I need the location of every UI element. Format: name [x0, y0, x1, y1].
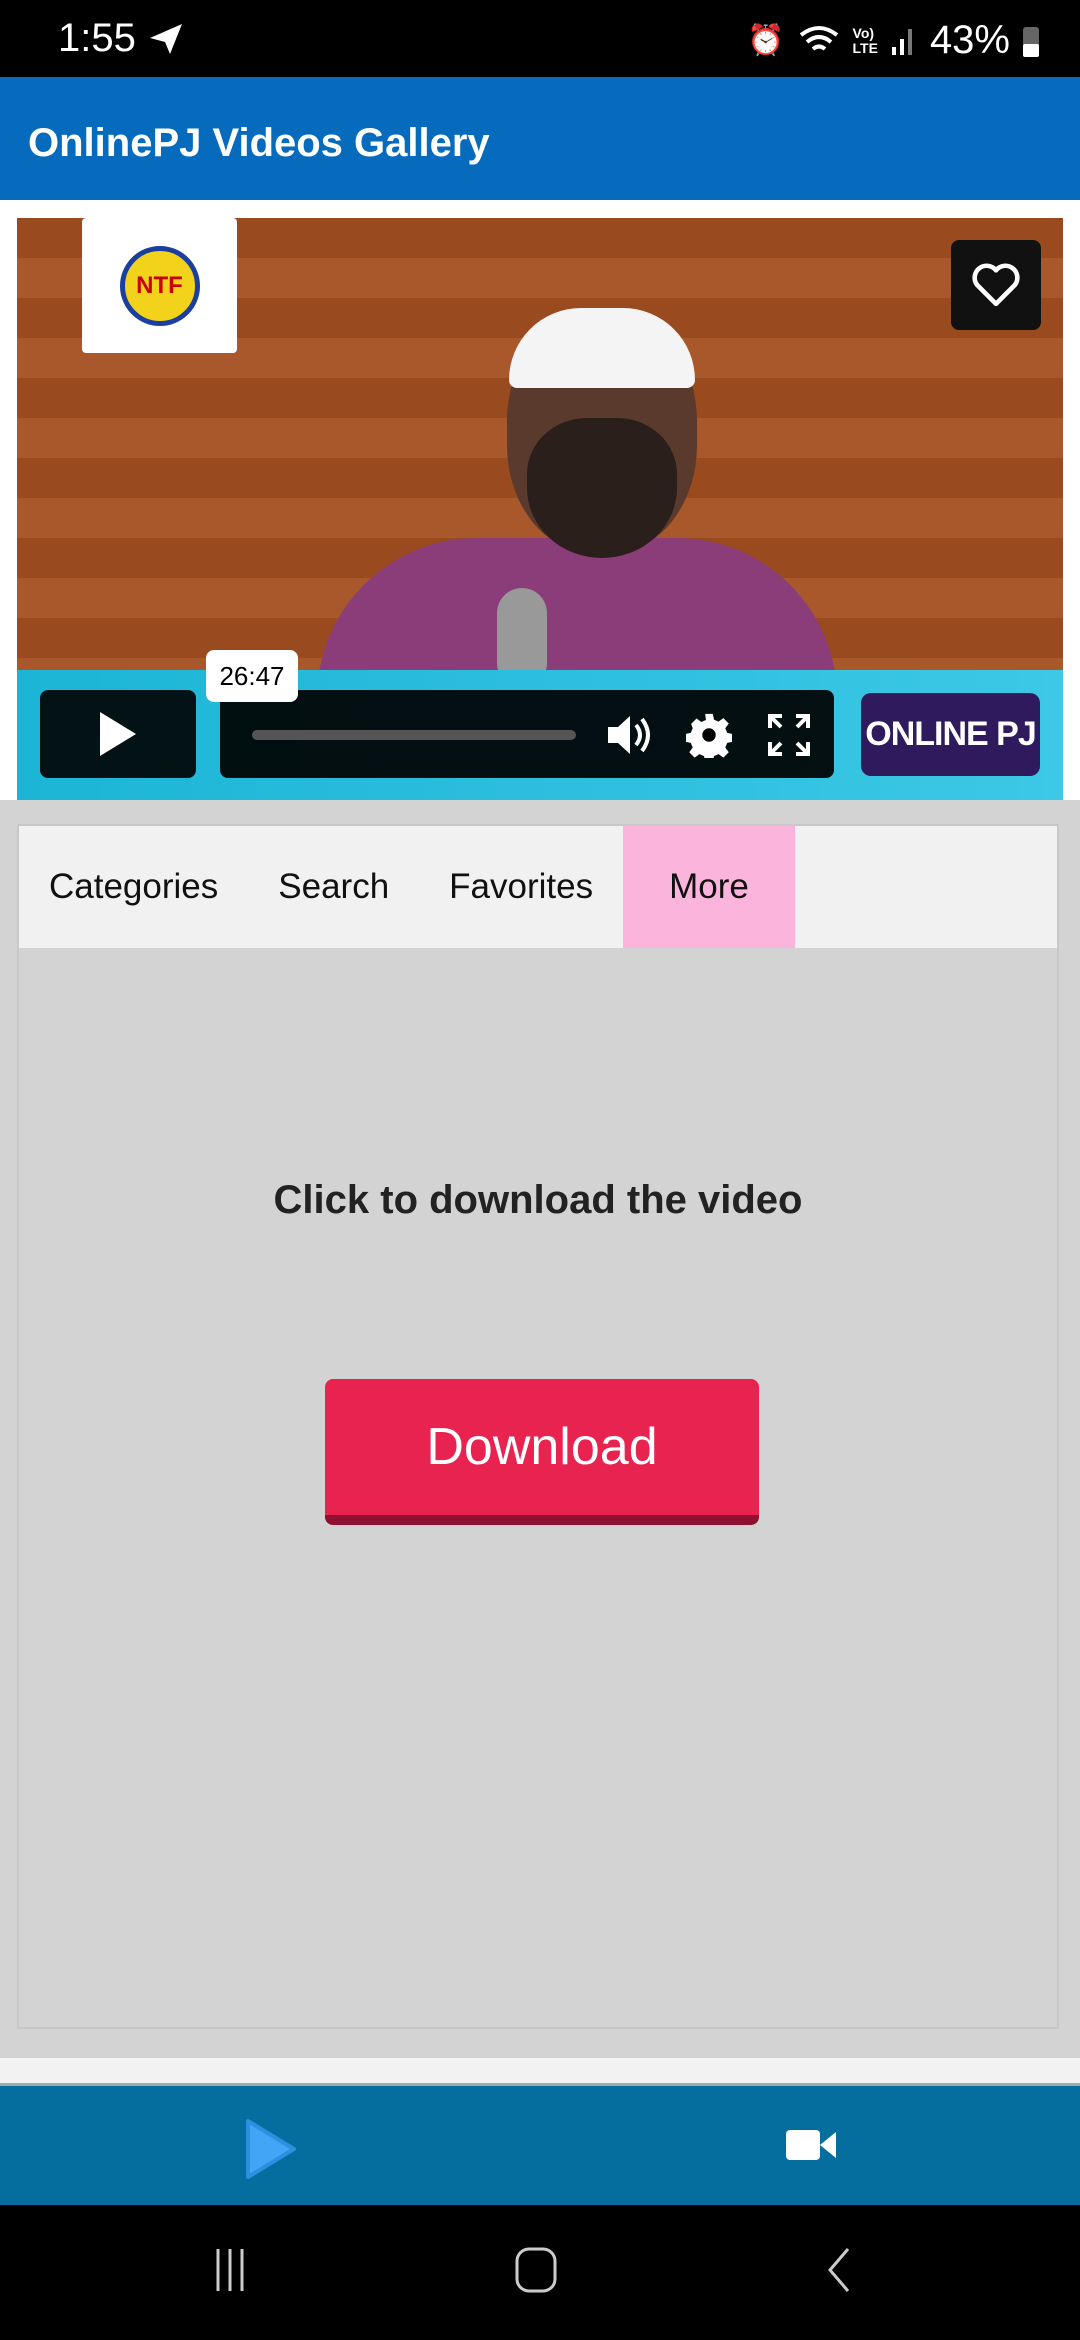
app-bar: OnlinePJ Videos Gallery: [0, 77, 1080, 200]
ntf-logo: NTF: [82, 218, 237, 353]
app-title: OnlinePJ Videos Gallery: [28, 121, 490, 165]
signal-icon: [891, 28, 912, 55]
tab-categories[interactable]: Categories: [19, 826, 248, 948]
tab-search[interactable]: Search: [248, 826, 419, 948]
download-button[interactable]: Download: [325, 1379, 759, 1525]
battery-icon: [1023, 26, 1039, 57]
wifi-icon: [799, 25, 838, 51]
ntf-logo-mark: NTF: [119, 245, 200, 326]
divider-strip: [0, 2058, 1080, 2086]
online-pj-badge: ONLINE PJ: [861, 693, 1040, 776]
system-nav-bar: [0, 2205, 1080, 2340]
download-message: Click to download the video: [273, 1178, 803, 1222]
heart-icon: [972, 263, 1020, 307]
status-time: 1:55: [58, 16, 136, 60]
favorite-button[interactable]: [951, 240, 1041, 330]
bottom-nav: [0, 2086, 1080, 2205]
content-panel: Categories Search Favorites More Click t…: [17, 824, 1059, 2029]
back-icon[interactable]: [824, 2245, 854, 2295]
tab-more[interactable]: More: [623, 826, 795, 948]
seek-bar[interactable]: [252, 730, 576, 740]
video-figure-cap: [509, 308, 695, 388]
video-figure-beard: [527, 418, 677, 558]
volume-icon[interactable]: [606, 712, 656, 758]
settings-gear-icon[interactable]: [686, 712, 732, 758]
play-icon: [100, 712, 136, 756]
tab-bar: Categories Search Favorites More: [19, 826, 1057, 948]
seek-time-tooltip: 26:47: [206, 650, 298, 702]
telegram-icon: [150, 24, 182, 54]
fullscreen-icon[interactable]: [766, 712, 812, 758]
alarm-icon: ⏰: [747, 24, 785, 57]
home-icon[interactable]: [512, 2245, 562, 2295]
tab-favorites[interactable]: Favorites: [419, 826, 623, 948]
video-camera-icon[interactable]: [784, 2126, 838, 2164]
status-bar: 1:55 ⏰ Vo) LTE 43%: [0, 0, 1080, 77]
video-controls: [220, 690, 834, 778]
volte-icon: Vo) LTE: [852, 24, 878, 56]
play-button[interactable]: [40, 690, 196, 778]
play-icon[interactable]: [242, 2117, 300, 2181]
recent-apps-icon[interactable]: [212, 2245, 248, 2295]
battery-percent: 43%: [929, 18, 1010, 62]
status-icons: ⏰ Vo) LTE 43%: [747, 18, 1040, 63]
